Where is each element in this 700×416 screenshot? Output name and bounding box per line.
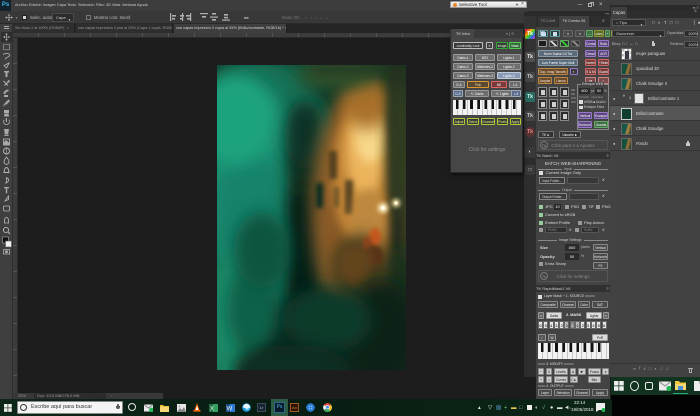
svg-text:W: W [227,407,233,413]
svg-text:X: X [210,407,214,413]
